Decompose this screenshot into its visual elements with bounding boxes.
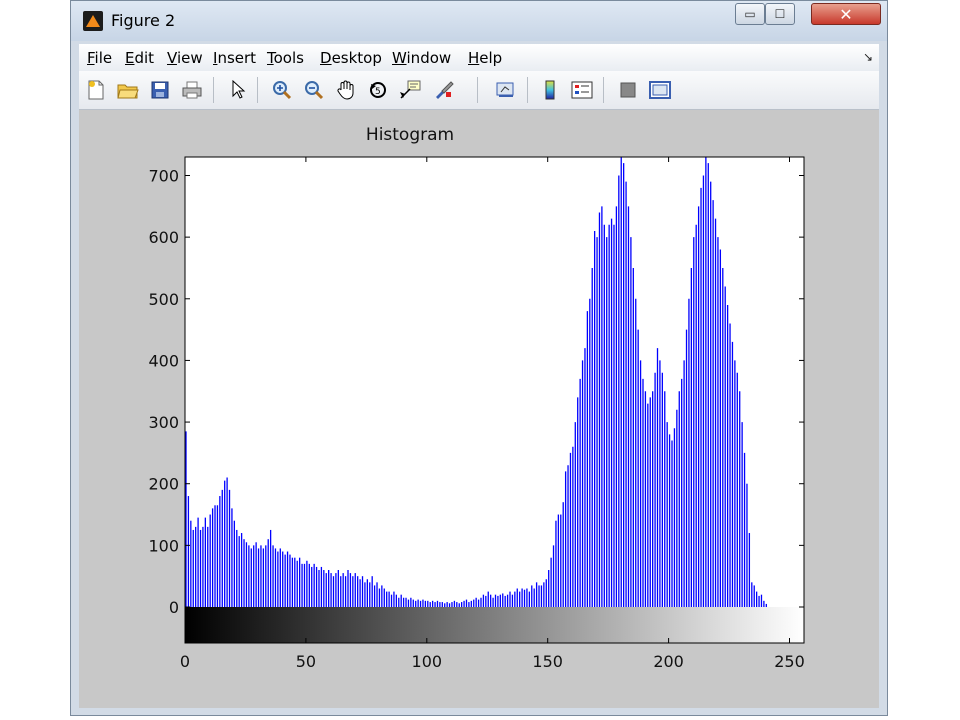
y-tick-label: 700 [148,166,179,185]
y-tick-label: 200 [148,475,179,494]
x-tick-label: 150 [532,652,563,671]
x-tick-label: 200 [653,652,684,671]
y-tick-label: 400 [148,351,179,370]
grayscale-colorbar [185,607,804,643]
y-tick-label: 0 [169,598,179,617]
y-tick-label: 500 [148,290,179,309]
y-tick-label: 100 [148,536,179,555]
x-tick-label: 0 [180,652,190,671]
x-tick-label: 100 [412,652,443,671]
histogram-plot[interactable]: 0 100 200 300 400 500 600 700 0 50 100 150 200 250 [0,0,960,720]
x-tick-label: 250 [774,652,805,671]
y-tick-label: 600 [148,228,179,247]
x-tick-label: 50 [296,652,316,671]
y-tick-label: 300 [148,413,179,432]
